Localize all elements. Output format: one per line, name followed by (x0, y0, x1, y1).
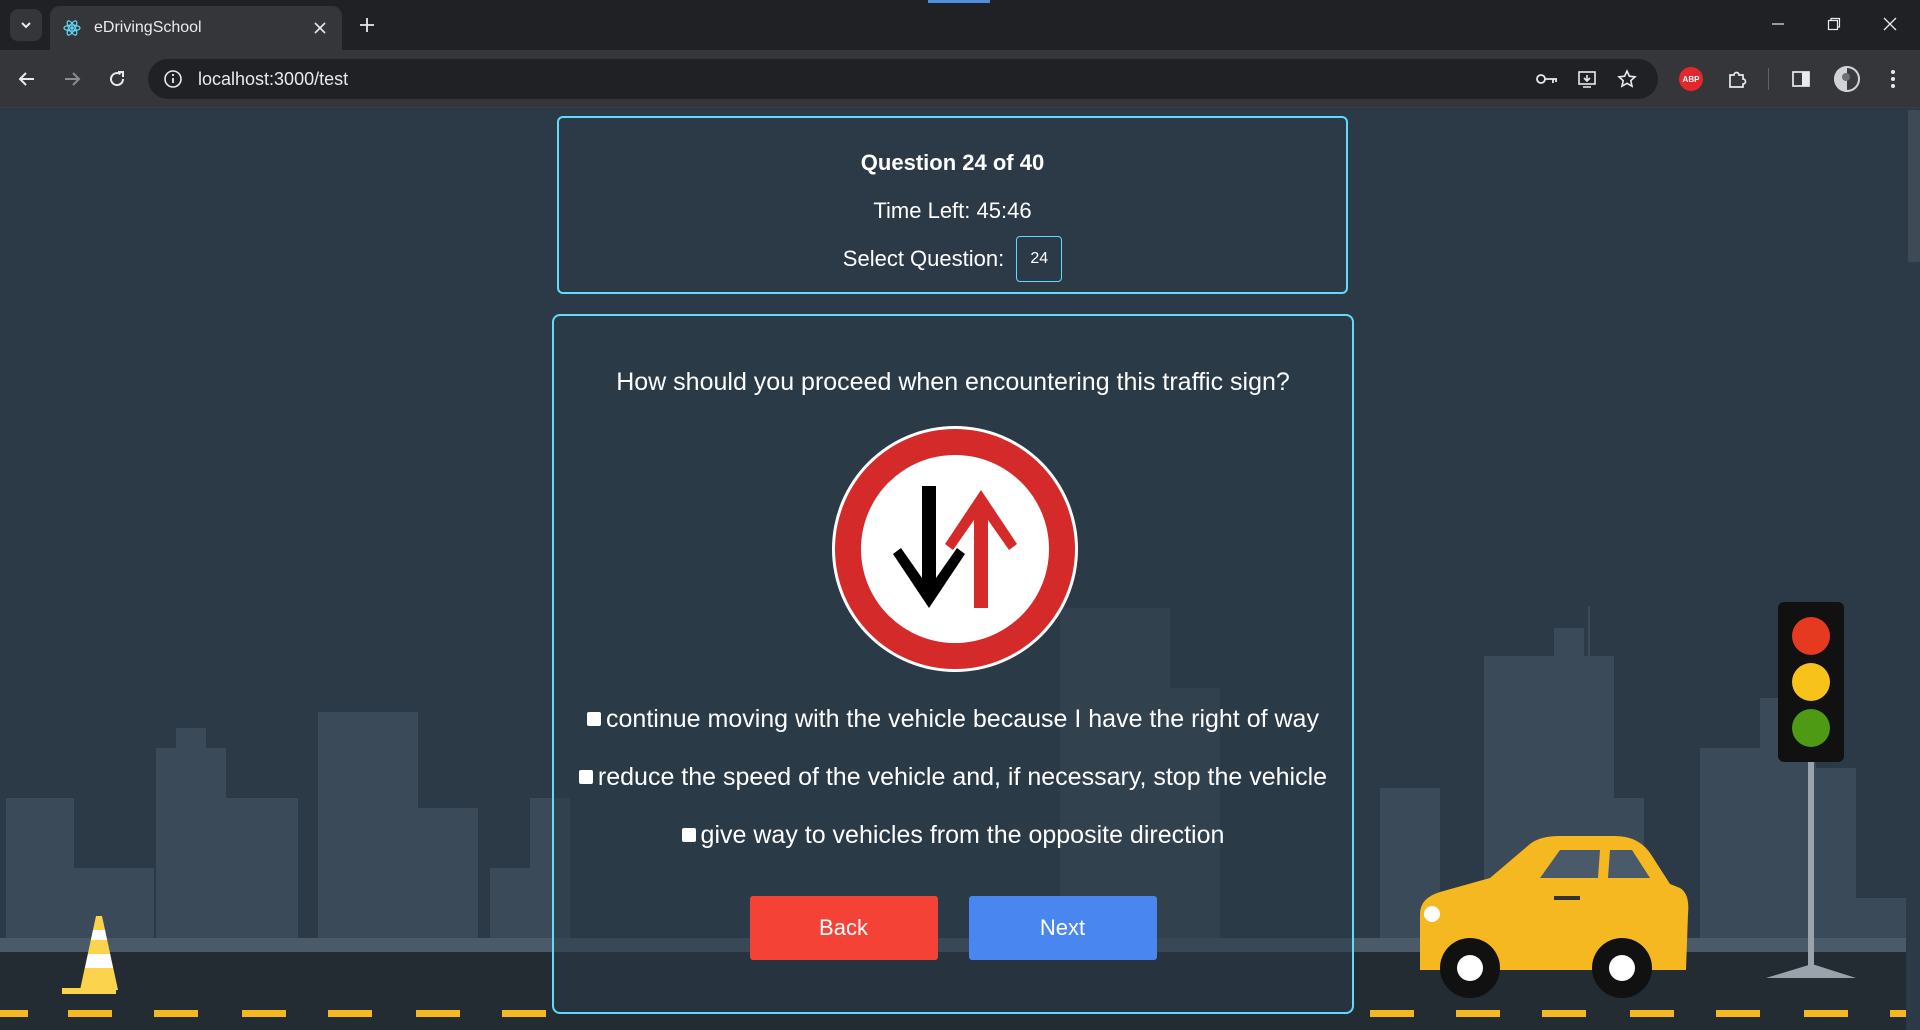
question-panel: How should you proceed when encountering… (552, 314, 1354, 1014)
info-icon[interactable] (162, 68, 184, 90)
page-viewport: Question 24 of 40 Time Left: 45:46 Selec… (0, 108, 1906, 1030)
tab-indicator (928, 0, 990, 3)
back-nav-button[interactable] (12, 64, 42, 94)
extensions-puzzle-icon[interactable] (1722, 64, 1752, 94)
chevron-down-icon (21, 22, 31, 29)
answer-text: reduce the speed of the vehicle and, if … (597, 762, 1328, 791)
question-select[interactable]: 24 (1016, 236, 1063, 282)
navigation-buttons: Back Next (554, 896, 1352, 960)
answer-option-2[interactable]: reduce the speed of the vehicle and, if … (554, 748, 1352, 806)
tab-title: eDrivingSchool (94, 19, 202, 36)
bookmark-star-icon[interactable] (1612, 59, 1642, 99)
answer-option-3[interactable]: give way to vehicles from the opposite d… (554, 806, 1352, 864)
select-question-label: Select Question: (842, 246, 1005, 271)
toolbar-divider (1768, 68, 1769, 90)
close-tab-icon[interactable] (310, 18, 330, 38)
answer-option-1[interactable]: continue moving with the vehicle because… (554, 690, 1352, 748)
next-button[interactable]: Next (968, 896, 1157, 960)
question-text: How should you proceed when encountering… (616, 368, 1290, 396)
close-icon (1883, 17, 1897, 31)
key-icon[interactable] (1532, 59, 1562, 99)
answer-list: continue moving with the vehicle because… (554, 690, 1352, 864)
restore-button[interactable] (1806, 0, 1862, 48)
plus-icon (360, 18, 374, 32)
close-window-button[interactable] (1862, 0, 1918, 48)
scrollbar-thumb[interactable] (1908, 110, 1920, 262)
arrow-left-icon (18, 72, 34, 86)
browser-tab[interactable]: eDrivingSchool (50, 6, 342, 50)
answer-text: give way to vehicles from the opposite d… (700, 820, 1225, 849)
browser-toolbar: localhost:3000/test ABP (0, 50, 1920, 108)
avatar-icon (1834, 66, 1860, 92)
back-button[interactable]: Back (749, 896, 938, 960)
minimize-button[interactable] (1750, 0, 1806, 48)
arrow-right-icon (65, 72, 81, 86)
restore-icon (1827, 17, 1841, 31)
question-counter: Question 24 of 40 (860, 150, 1045, 175)
answer-checkbox[interactable] (578, 770, 593, 784)
priority-oncoming-traffic-sign-icon (832, 426, 1078, 672)
side-panel-icon[interactable] (1786, 64, 1816, 94)
address-bar[interactable]: localhost:3000/test (148, 59, 1658, 99)
new-tab-button[interactable] (352, 10, 382, 40)
time-left: Time Left: 45:46 (873, 198, 1032, 223)
install-app-icon[interactable] (1572, 59, 1602, 99)
menu-kebab-icon[interactable] (1878, 64, 1908, 94)
answer-checkbox[interactable] (681, 828, 696, 842)
answer-checkbox[interactable] (587, 712, 602, 726)
profile-avatar[interactable] (1832, 64, 1862, 94)
test-header-panel: Question 24 of 40 Time Left: 45:46 Selec… (557, 116, 1348, 294)
react-icon (63, 20, 81, 36)
forward-nav-button[interactable] (57, 64, 87, 94)
tab-strip: eDrivingSchool (0, 0, 1920, 50)
reload-icon (110, 71, 125, 87)
adblock-plus-icon[interactable]: ABP (1676, 64, 1706, 94)
url-text[interactable]: localhost:3000/test (198, 69, 348, 90)
select-question-row: Select Question: 24 (559, 236, 1346, 282)
answer-text: continue moving with the vehicle because… (606, 704, 1319, 733)
minimize-icon (1772, 23, 1784, 25)
tab-search-button[interactable] (10, 9, 42, 41)
reload-button[interactable] (102, 64, 132, 94)
